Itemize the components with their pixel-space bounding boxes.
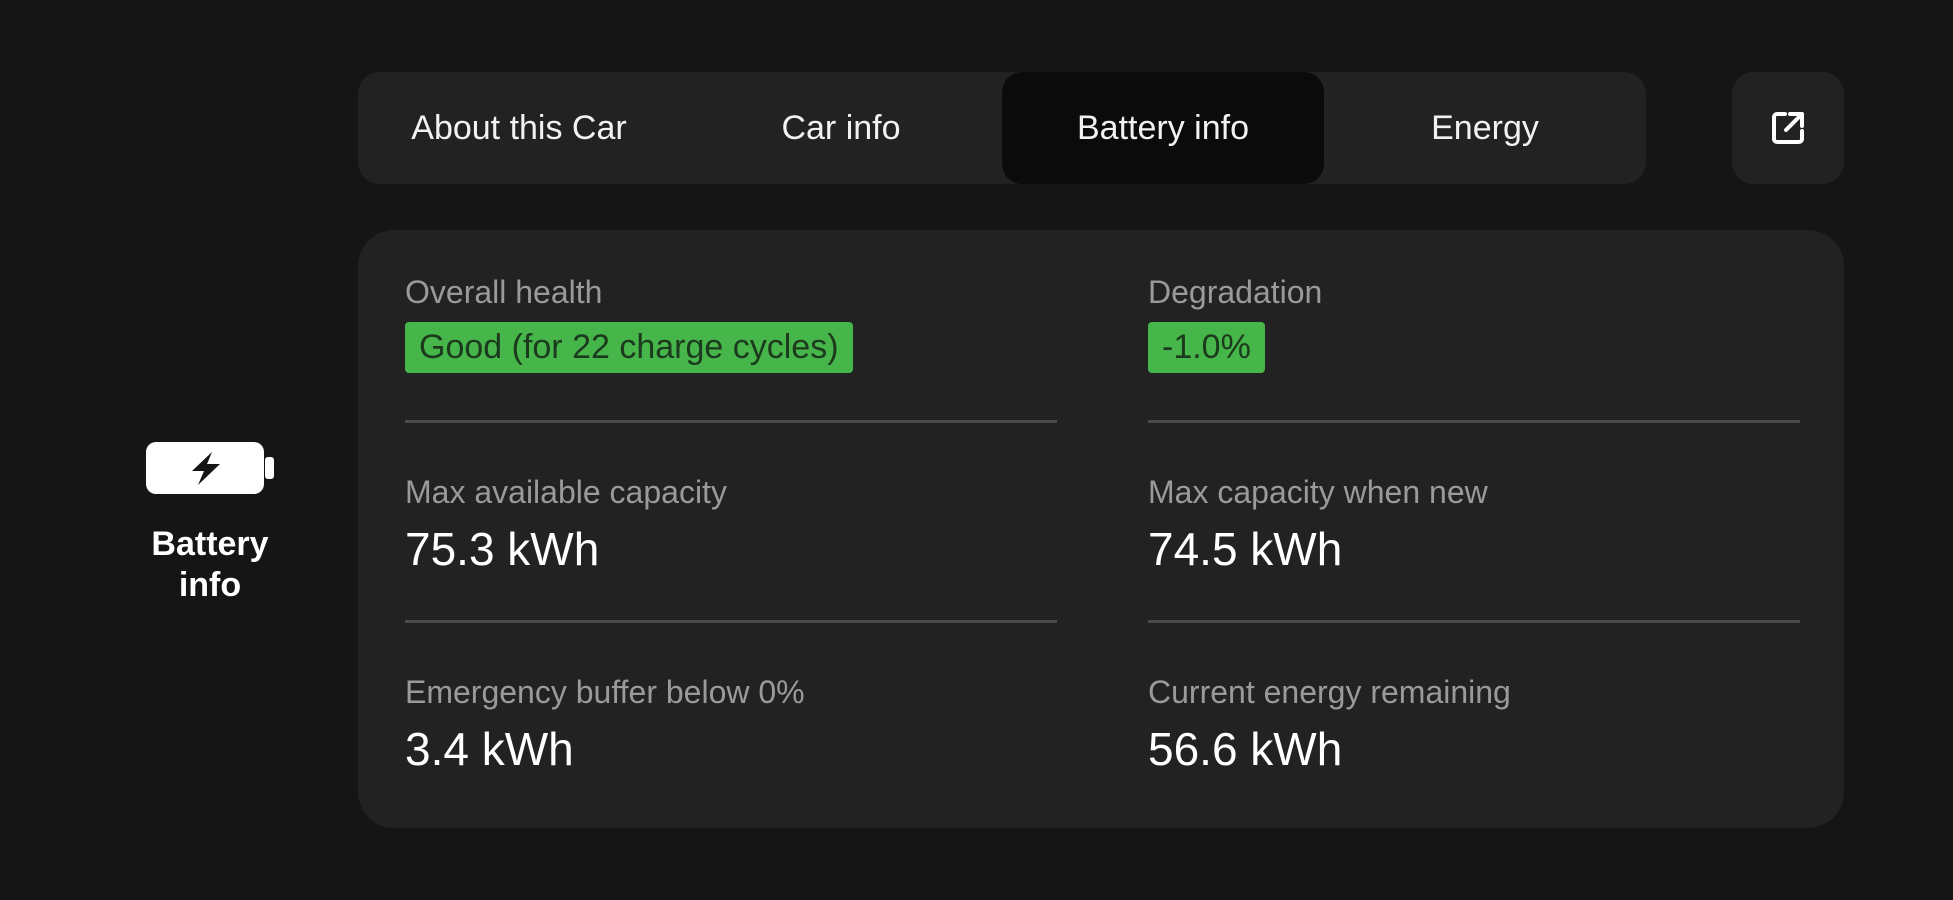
divider	[1148, 420, 1800, 423]
emergency-buffer-value: 3.4 kWh	[405, 723, 574, 775]
overall-health-label: Overall health	[405, 274, 603, 310]
open-external-button[interactable]	[1732, 72, 1844, 184]
tab-battery-info[interactable]: Battery info	[1002, 72, 1324, 184]
battery-info-right-column: Degradation -1.0% Max capacity when new …	[1148, 274, 1800, 874]
battery-charging-icon	[146, 442, 274, 494]
sidebar-item-battery-info[interactable]: Battery info	[120, 440, 300, 606]
max-available-capacity-row: Max available capacity 75.3 kWh	[405, 474, 1057, 674]
current-energy-label: Current energy remaining	[1148, 674, 1511, 710]
current-energy-value: 56.6 kWh	[1148, 723, 1343, 775]
max-available-capacity-value: 75.3 kWh	[405, 523, 600, 575]
tab-car-info[interactable]: Car info	[680, 72, 1002, 184]
max-capacity-new-label: Max capacity when new	[1148, 474, 1488, 510]
emergency-buffer-label: Emergency buffer below 0%	[405, 674, 805, 710]
tab-about-this-car[interactable]: About this Car	[358, 72, 680, 184]
tab-label: Energy	[1431, 108, 1539, 147]
sidebar-item-label: Battery info	[151, 525, 269, 604]
tab-bar: About this Car Car info Battery info Ene…	[358, 72, 1646, 184]
tab-energy[interactable]: Energy	[1324, 72, 1646, 184]
divider	[405, 420, 1057, 423]
tab-label: Car info	[781, 108, 901, 147]
max-capacity-new-value: 74.5 kWh	[1148, 523, 1343, 575]
divider	[405, 620, 1057, 623]
battery-info-page: Battery info About this Car Car info Bat…	[0, 0, 1953, 900]
overall-health-badge: Good (for 22 charge cycles)	[405, 322, 853, 373]
divider	[1148, 620, 1800, 623]
battery-info-card: Overall health Good (for 22 charge cycle…	[358, 230, 1844, 828]
open-external-icon	[1772, 112, 1804, 144]
tab-label: About this Car	[411, 108, 627, 147]
overall-health-row: Overall health Good (for 22 charge cycle…	[405, 274, 1057, 474]
max-available-capacity-label: Max available capacity	[405, 474, 727, 510]
emergency-buffer-row: Emergency buffer below 0% 3.4 kWh	[405, 674, 1057, 874]
battery-info-left-column: Overall health Good (for 22 charge cycle…	[405, 274, 1057, 874]
max-capacity-new-row: Max capacity when new 74.5 kWh	[1148, 474, 1800, 674]
tab-label: Battery info	[1077, 108, 1249, 147]
degradation-label: Degradation	[1148, 274, 1323, 310]
degradation-badge: -1.0%	[1148, 322, 1265, 373]
degradation-row: Degradation -1.0%	[1148, 274, 1800, 474]
current-energy-row: Current energy remaining 56.6 kWh	[1148, 674, 1800, 874]
